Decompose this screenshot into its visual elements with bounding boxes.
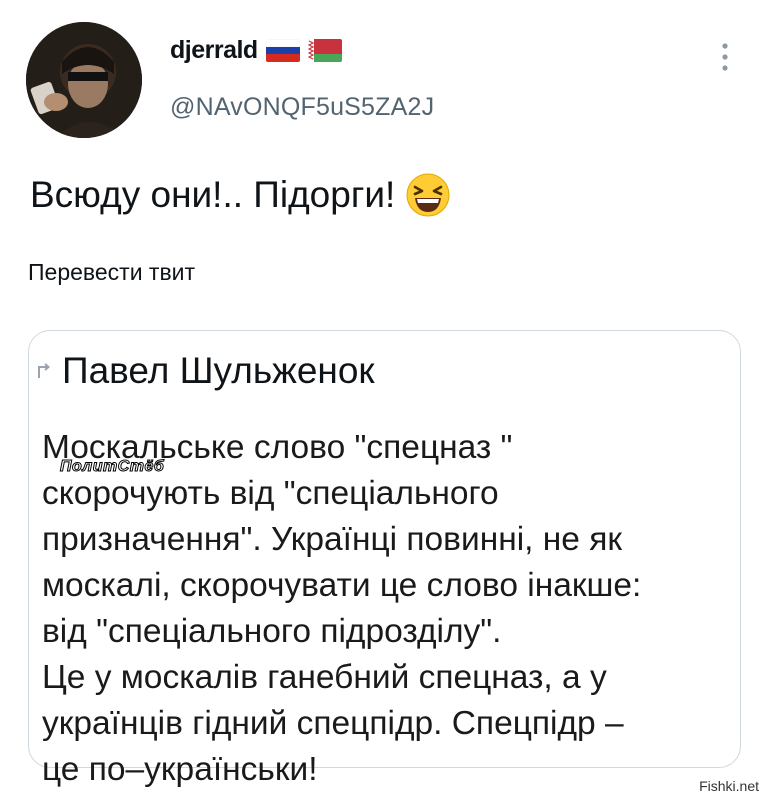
- author-handle[interactable]: @NAvONQF5uS5ZA2J: [170, 93, 434, 122]
- quote-line: від "спеціального підрозділу".: [42, 613, 502, 650]
- overlay-watermark: ПолитСтёб: [59, 458, 165, 475]
- tweet-text: Всюду они!.. Підорги!: [30, 172, 451, 218]
- more-vertical-icon[interactable]: [721, 42, 729, 72]
- avatar[interactable]: [26, 22, 142, 138]
- quote-line: Це у москалів ганебний спецназ, а у: [42, 659, 607, 696]
- grinning-squinting-face-icon: [405, 172, 451, 218]
- retweet-icon: [36, 360, 52, 382]
- quote-line: призначення". Українці повинні, не як: [42, 521, 622, 558]
- tweet-text-content: Всюду они!.. Підорги!: [30, 174, 396, 215]
- quote-line: українців гідний спецпідр. Спецпідр –: [42, 705, 624, 742]
- quote-line: москалі, скорочувати це слово інакше:: [42, 567, 642, 604]
- author-row: djerrald: [170, 36, 342, 65]
- belarus-flag-icon: [307, 39, 342, 62]
- quote-line: це по–українськи!: [42, 751, 318, 788]
- quote-author-row: Павел Шульженок: [36, 350, 375, 392]
- site-watermark: Fishki.net: [699, 778, 759, 794]
- russia-flag-icon: [265, 39, 300, 62]
- quote-text: Москальське слово "спецназ " скорочують …: [42, 425, 732, 793]
- quote-author-name[interactable]: Павел Шульженок: [62, 350, 375, 392]
- author-name[interactable]: djerrald: [170, 36, 258, 65]
- translate-tweet-link[interactable]: Перевести твит: [28, 259, 195, 286]
- quote-line: скорочують від "спеціального: [42, 475, 499, 512]
